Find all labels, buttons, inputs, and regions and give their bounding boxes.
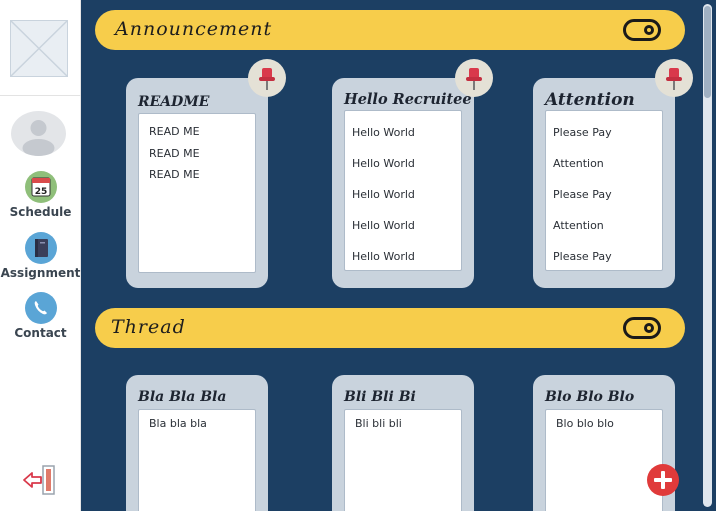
sidebar-item-assignment[interactable]: Assignment bbox=[0, 232, 81, 280]
card-line: Hello World bbox=[352, 250, 415, 263]
main-content: Announcement README READ ME READ ME READ… bbox=[81, 0, 716, 511]
card-title: Blo Blo Blo bbox=[545, 389, 635, 405]
card-body: Hello World Hello World Hello World Hell… bbox=[344, 110, 462, 271]
plus-icon bbox=[654, 471, 672, 489]
sidebar-item-schedule[interactable]: 25 Schedule bbox=[0, 171, 81, 219]
add-thread-button[interactable] bbox=[647, 464, 679, 496]
sidebar: 25 Schedule Assignment Contact bbox=[0, 0, 81, 511]
pushpin-icon bbox=[466, 68, 482, 90]
scrollbar-thumb[interactable] bbox=[704, 6, 711, 98]
thread-header: Thread bbox=[95, 308, 685, 348]
pushpin-icon bbox=[259, 68, 275, 90]
logo-placeholder-image bbox=[10, 20, 68, 77]
card-body: Please Pay Attention Please Pay Attentio… bbox=[545, 110, 663, 271]
toggle-knob bbox=[644, 25, 654, 35]
book-icon bbox=[24, 232, 57, 264]
toggle-knob bbox=[644, 323, 654, 333]
thread-toggle[interactable] bbox=[623, 317, 661, 339]
sidebar-item-label: Contact bbox=[14, 326, 67, 340]
card-line: Please Pay bbox=[553, 250, 612, 263]
thread-card[interactable]: Bla Bla Bla Bla bla bla bbox=[126, 375, 268, 511]
scrollbar[interactable] bbox=[703, 4, 712, 507]
sidebar-item-label: Assignment bbox=[0, 266, 81, 280]
card-body: Bla bla bla bbox=[138, 409, 256, 511]
card-line: Hello World bbox=[352, 188, 415, 201]
card-line: Please Pay bbox=[553, 188, 612, 201]
sidebar-divider bbox=[0, 95, 81, 96]
card-line: Please Pay bbox=[553, 126, 612, 139]
announcement-header: Announcement bbox=[95, 10, 685, 50]
card-line: Attention bbox=[553, 219, 604, 232]
section-title: Thread bbox=[111, 316, 186, 338]
card-title: Bli Bli Bi bbox=[344, 389, 416, 405]
card-line: Bli bli bli bbox=[355, 417, 402, 430]
pin-button[interactable] bbox=[655, 59, 693, 97]
thread-card[interactable]: Bli Bli Bi Bli bli bli bbox=[332, 375, 474, 511]
section-title: Announcement bbox=[115, 18, 273, 40]
card-line: Bla bla bla bbox=[149, 417, 207, 430]
card-title: Hello Recruitee bbox=[344, 91, 472, 108]
announcement-card[interactable]: Hello Recruitee Hello World Hello World … bbox=[332, 78, 474, 288]
card-line: Blo blo blo bbox=[556, 417, 614, 430]
logout-icon bbox=[23, 465, 55, 495]
pin-button[interactable] bbox=[455, 59, 493, 97]
card-title: Bla Bla Bla bbox=[138, 389, 227, 405]
card-line: Attention bbox=[553, 157, 604, 170]
card-line: READ ME bbox=[149, 168, 200, 181]
sidebar-item-contact[interactable]: Contact bbox=[0, 292, 81, 340]
card-body: READ ME READ ME READ ME bbox=[138, 113, 256, 273]
logout-button[interactable] bbox=[22, 465, 56, 495]
calendar-badge: 25 bbox=[34, 187, 47, 197]
pin-button[interactable] bbox=[248, 59, 286, 97]
avatar[interactable] bbox=[11, 111, 66, 156]
card-line: Hello World bbox=[352, 126, 415, 139]
pushpin-icon bbox=[666, 68, 682, 90]
card-line: Hello World bbox=[352, 157, 415, 170]
card-line: Hello World bbox=[352, 219, 415, 232]
phone-icon bbox=[24, 292, 57, 324]
sidebar-item-label: Schedule bbox=[9, 205, 72, 219]
card-title: README bbox=[138, 94, 210, 110]
calendar-icon: 25 bbox=[24, 171, 57, 203]
card-line: READ ME bbox=[149, 146, 200, 160]
card-line: READ ME bbox=[149, 125, 200, 138]
announcement-toggle[interactable] bbox=[623, 19, 661, 41]
card-title: Attention bbox=[545, 90, 635, 110]
card-body: Blo blo blo bbox=[545, 409, 663, 511]
announcement-card[interactable]: README READ ME READ ME READ ME bbox=[126, 78, 268, 288]
announcement-card[interactable]: Attention Please Pay Attention Please Pa… bbox=[533, 78, 675, 288]
card-body: Bli bli bli bbox=[344, 409, 462, 511]
